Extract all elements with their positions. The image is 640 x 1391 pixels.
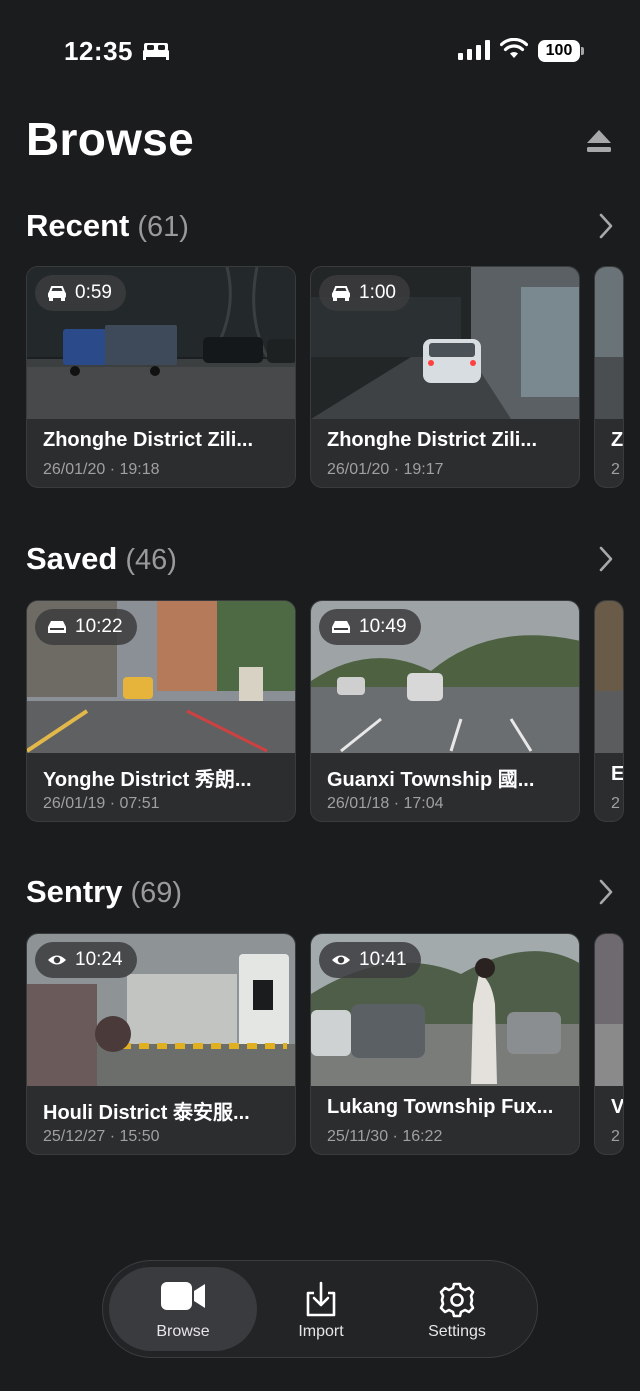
clip-card[interactable]: 10:22 Yonghe District 秀朗... 26/01/19 · 0… (26, 600, 296, 822)
clip-thumbnail: 10:41 (311, 934, 579, 1086)
clip-title: Lukang Township Fux... (327, 1096, 554, 1118)
clip-thumbnail: 1:00 (311, 267, 579, 419)
chevron-right-icon[interactable] (598, 545, 614, 573)
section-title: Saved (26, 541, 118, 576)
chevron-right-icon[interactable] (598, 878, 614, 906)
page-title: Browse (26, 113, 194, 165)
duration-label: 1:00 (359, 282, 396, 303)
tab-import[interactable]: Import (247, 1267, 395, 1351)
tab-label: Browse (156, 1323, 210, 1340)
eye-icon (48, 955, 66, 965)
clip-date: 2 (611, 795, 620, 812)
cellular-signal-icon (458, 40, 490, 60)
clip-card[interactable]: 0:59 Zhonghe District Zili... 26/01/20 ·… (26, 266, 296, 488)
video-camera-icon (161, 1282, 205, 1310)
section-header-recent[interactable]: Recent (61) (26, 208, 616, 248)
clip-date: 2 (611, 1128, 620, 1145)
tab-browse[interactable]: Browse (109, 1267, 257, 1351)
import-icon (306, 1281, 336, 1317)
clip-thumbnail (595, 934, 623, 1086)
duration-badge: 1:00 (319, 275, 410, 311)
battery-level: 100 (538, 40, 580, 62)
clip-date: 25/12/27 · 15:50 (43, 1128, 160, 1145)
clip-card[interactable]: 10:24 Houli District 泰安服... 25/12/27 · 1… (26, 933, 296, 1155)
duration-label: 0:59 (75, 282, 112, 303)
bed-icon (143, 43, 169, 60)
clip-title: Guanxi Township 國... (327, 769, 535, 791)
clip-title: V (611, 1096, 624, 1118)
duration-label: 10:24 (75, 949, 123, 970)
clip-date: 26/01/18 · 17:04 (327, 795, 444, 812)
eject-icon[interactable] (584, 126, 614, 156)
duration-badge: 10:41 (319, 942, 421, 978)
duration-badge: 10:24 (35, 942, 137, 978)
clip-thumbnail (595, 601, 623, 753)
car-icon (48, 286, 66, 301)
status-bar: 12:35 100 (0, 0, 640, 100)
save-icon (48, 621, 66, 633)
duration-badge: 10:22 (35, 609, 137, 645)
clip-title: E (611, 763, 624, 785)
car-icon (332, 286, 350, 301)
wifi-icon (500, 38, 528, 58)
clip-date: 2 (611, 461, 620, 478)
status-time: 12:35 (64, 36, 133, 66)
section-count: (61) (137, 211, 189, 243)
clip-card[interactable]: V 2 (594, 933, 624, 1155)
eye-icon (332, 955, 350, 965)
clip-title: Zhonghe District Zili... (43, 429, 253, 451)
gear-icon (439, 1282, 475, 1318)
section-title: Recent (26, 208, 130, 243)
duration-label: 10:49 (359, 616, 407, 637)
recent-carousel[interactable]: 0:59 Zhonghe District Zili... 26/01/20 ·… (26, 266, 640, 490)
sentry-carousel[interactable]: 10:24 Houli District 泰安服... 25/12/27 · 1… (26, 933, 640, 1157)
clip-card[interactable]: E 2 (594, 600, 624, 822)
section-header-sentry[interactable]: Sentry (69) (26, 874, 616, 914)
clip-title: Yonghe District 秀朗... (43, 769, 252, 791)
saved-carousel[interactable]: 10:22 Yonghe District 秀朗... 26/01/19 · 0… (26, 600, 640, 824)
chevron-right-icon[interactable] (598, 212, 614, 240)
tab-settings[interactable]: Settings (383, 1267, 531, 1351)
clip-date: 26/01/20 · 19:18 (43, 461, 160, 478)
duration-label: 10:41 (359, 949, 407, 970)
save-icon (332, 621, 350, 633)
tab-label: Settings (428, 1323, 486, 1340)
clip-thumbnail (595, 267, 623, 419)
section-count: (69) (130, 877, 183, 909)
section-count: (46) (125, 544, 177, 576)
clip-date: 25/11/30 · 16:22 (327, 1128, 443, 1145)
clip-date: 26/01/20 · 19:17 (327, 461, 444, 478)
clip-card[interactable]: 10:41 Lukang Township Fux... 25/11/30 · … (310, 933, 580, 1155)
duration-badge: 0:59 (35, 275, 126, 311)
clip-title: Houli District 泰安服... (43, 1102, 250, 1124)
tab-label: Import (298, 1323, 344, 1340)
section-header-saved[interactable]: Saved (46) (26, 541, 616, 581)
clip-thumbnail: 10:49 (311, 601, 579, 753)
battery-indicator: 100 (538, 40, 584, 62)
clip-card[interactable]: Z 2 (594, 266, 624, 488)
clip-title: Zhonghe District Zili... (327, 429, 537, 451)
clip-card[interactable]: 1:00 Zhonghe District Zili... 26/01/20 ·… (310, 266, 580, 488)
duration-label: 10:22 (75, 616, 123, 637)
clip-card[interactable]: 10:49 Guanxi Township 國... 26/01/18 · 17… (310, 600, 580, 822)
clip-date: 26/01/19 · 07:51 (43, 795, 160, 812)
duration-badge: 10:49 (319, 609, 421, 645)
clip-thumbnail: 10:22 (27, 601, 295, 753)
tab-bar: Browse Import Settings (102, 1260, 538, 1358)
clip-title: Z (611, 429, 624, 451)
clip-thumbnail: 0:59 (27, 267, 295, 419)
section-title: Sentry (26, 874, 123, 909)
clip-thumbnail: 10:24 (27, 934, 295, 1086)
